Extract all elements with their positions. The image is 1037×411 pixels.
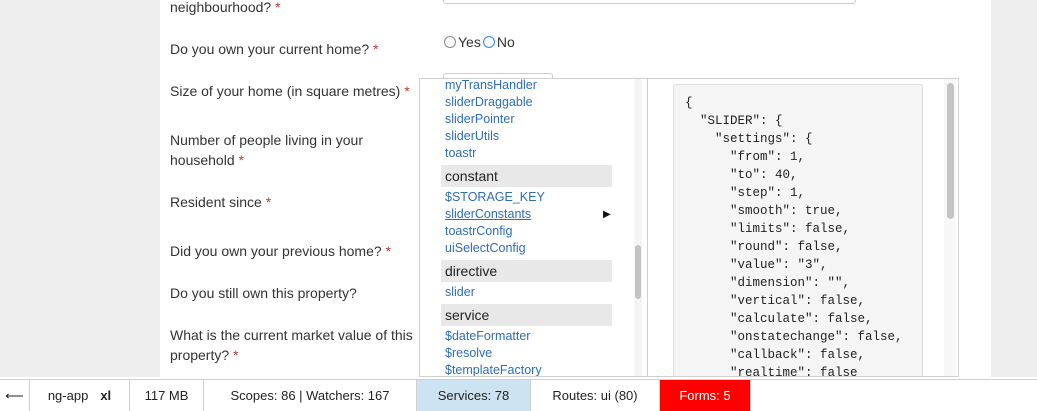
code-scrollbar-thumb[interactable] [947,83,954,219]
scopes-tab[interactable]: Scopes: 86 | Watchers: 167 [204,380,417,411]
json-code: { "SLIDER": { "settings": { "from": 1, "… [685,96,903,377]
group-header-directive: directive [441,260,612,282]
list-item[interactable]: $dateFormatter [445,328,530,345]
json-viewer: { "SLIDER": { "settings": { "from": 1, "… [673,84,923,377]
back-arrow-icon[interactable]: ⟵ [0,380,30,411]
screen: neighbourhood? * Do you own your current… [0,0,1037,411]
debug-toolbar: ⟵ ng-app xl 117 MB Scopes: 86 | Watchers:… [0,379,1037,411]
list-scrollbar-thumb[interactable] [635,245,641,299]
injectable-list: myTransHandler sliderDraggable sliderPoi… [420,79,647,376]
question-still-own: Do you still own this property? [170,285,357,301]
list-scrollbar-track[interactable] [634,79,642,376]
inspector-panel: myTransHandler sliderDraggable sliderPoi… [419,78,959,377]
list-item-selected[interactable]: sliderConstants [445,206,531,223]
group-header-constant: constant [441,165,612,187]
list-item[interactable]: $STORAGE_KEY [445,189,545,206]
radio-no-label[interactable]: No [497,34,515,50]
list-item[interactable]: sliderPointer [445,111,514,128]
list-item[interactable]: toastr [445,145,476,162]
radio-yes-label[interactable]: Yes [458,34,481,50]
question-market-value: What is the current market value of this… [170,327,413,363]
list-item[interactable]: sliderDraggable [445,94,533,111]
list-item[interactable]: slider [445,284,475,301]
app-name: ng-app [47,388,89,403]
required-mark: * [233,347,239,363]
list-item[interactable]: $templateFactory [445,362,542,376]
required-mark: * [373,41,379,57]
own-home-radio-group: Yes No [444,34,517,50]
forms-tab[interactable]: Forms: 5 [660,380,751,411]
question-neighbourhood: neighbourhood? * [170,0,281,15]
memory-tab[interactable]: 117 MB [130,380,204,411]
question-own-home: Do you own your current home? * [170,41,379,57]
required-mark: * [404,83,410,99]
list-item[interactable]: uiSelectConfig [445,240,526,257]
app-size-badge: xl [100,388,112,403]
app-selector[interactable]: ng-app xl [30,380,130,411]
group-header-service: service [441,304,612,326]
page-margin-right [991,0,1037,377]
question-home-size: Size of your home (in square metres) * [170,83,410,99]
services-tab[interactable]: Services: 78 [417,380,531,411]
radio-no[interactable] [482,36,495,48]
neighbourhood-field[interactable] [443,0,856,4]
required-mark: * [238,152,244,168]
list-item[interactable]: toastrConfig [445,223,512,240]
radio-yes[interactable] [444,36,456,48]
question-resident-since: Resident since * [170,194,272,210]
pane-divider[interactable] [647,79,648,376]
list-item[interactable]: sliderUtils [445,128,499,145]
routes-tab[interactable]: Routes: ui (80) [531,380,660,411]
question-people: Number of people living in your household… [170,132,363,168]
required-mark: * [275,0,281,15]
required-mark: * [385,243,392,259]
required-mark: * [265,194,272,210]
list-item[interactable]: myTransHandler [445,79,537,94]
question-previous-home: Did you own your previous home? * [170,243,392,259]
list-item[interactable]: $resolve [445,345,492,362]
page-margin-left [0,0,160,377]
selected-arrow-icon: ▶ [603,209,611,220]
